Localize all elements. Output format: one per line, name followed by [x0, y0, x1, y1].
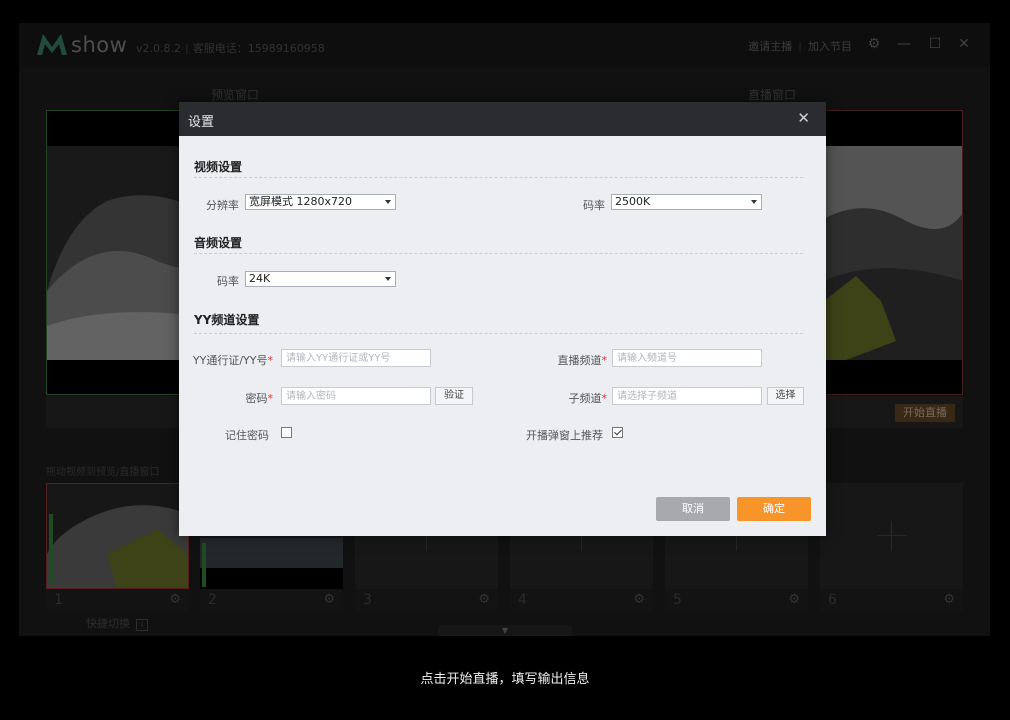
divider: [194, 177, 803, 178]
chevron-down-icon: [751, 200, 757, 204]
audio-bitrate-label: 码率: [217, 275, 239, 288]
video-bitrate-label: 码率: [583, 199, 605, 212]
close-icon[interactable]: ✕: [797, 109, 810, 127]
video-bitrate-value: 2500K: [615, 195, 651, 208]
cancel-button[interactable]: 取消: [656, 497, 730, 521]
resolution-label: 分辨率: [206, 199, 239, 212]
subchannel-label-text: 子频道: [568, 392, 602, 405]
yy-pass-input[interactable]: [281, 349, 431, 367]
yy-pass-label-text: YY通行证/YY号: [192, 354, 268, 367]
resolution-value: 宽屏模式 1280x720: [249, 195, 352, 208]
popup-recommend-checkbox[interactable]: [612, 427, 623, 438]
chevron-down-icon: [385, 277, 391, 281]
divider: [194, 253, 803, 254]
dialog-title: 设置: [188, 115, 215, 130]
audio-bitrate-value: 24K: [249, 272, 271, 285]
audio-settings-heading: 音频设置: [194, 236, 243, 250]
required-mark: *: [267, 392, 274, 405]
required-mark: *: [267, 354, 274, 367]
dialog-header: 设置 ✕: [179, 102, 826, 136]
yy-settings-heading: YY频道设置: [194, 313, 260, 327]
live-channel-input[interactable]: [612, 349, 762, 367]
divider: [194, 333, 803, 334]
verify-button[interactable]: 验证: [435, 387, 473, 405]
audio-bitrate-select[interactable]: 24K: [245, 271, 396, 287]
subchannel-label: 子频道*: [543, 390, 608, 406]
live-channel-label: 直播频道*: [543, 352, 608, 368]
video-bitrate-select[interactable]: 2500K: [611, 194, 762, 210]
subchannel-input[interactable]: [612, 387, 762, 405]
required-mark: *: [601, 392, 608, 405]
password-input[interactable]: [281, 387, 431, 405]
resolution-select[interactable]: 宽屏模式 1280x720: [245, 194, 396, 210]
live-channel-label-text: 直播频道: [557, 354, 602, 367]
password-label: 密码*: [189, 390, 274, 406]
select-subchannel-button[interactable]: 选择: [767, 387, 804, 405]
settings-dialog: 设置 ✕ 视频设置 分辨率 宽屏模式 1280x720 码率 2500K 音频设…: [179, 102, 826, 536]
video-settings-heading: 视频设置: [194, 160, 243, 174]
remember-password-checkbox[interactable]: [281, 427, 292, 438]
chevron-down-icon: [385, 200, 391, 204]
required-mark: *: [601, 354, 608, 367]
confirm-button[interactable]: 确定: [737, 497, 811, 521]
instruction-caption: 点击开始直播，填写输出信息: [420, 672, 590, 687]
yy-pass-label: YY通行证/YY号*: [189, 352, 273, 368]
remember-password-label: 记住密码: [225, 429, 269, 442]
password-label-text: 密码: [245, 392, 268, 405]
screen: show v2.0.8.2 | 客服电话：15989160958 邀请主播 | 加入节目…: [0, 0, 1010, 720]
popup-recommend-label: 开播弹窗上推荐: [526, 429, 603, 442]
